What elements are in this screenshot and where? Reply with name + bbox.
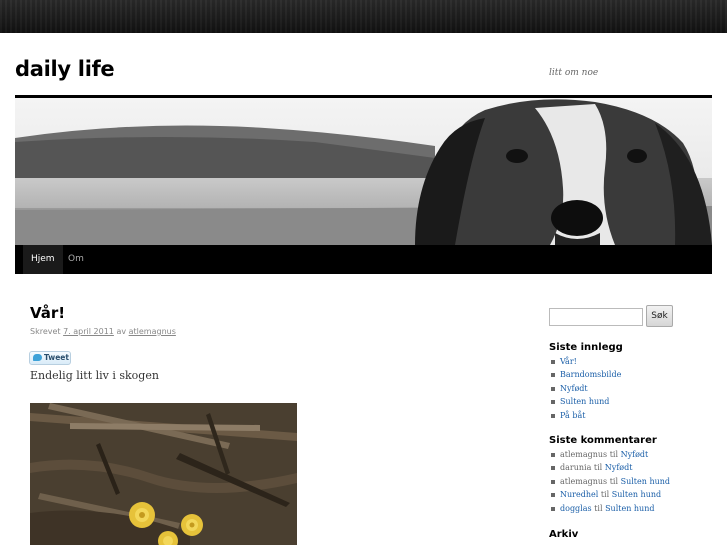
nav-item-hjem[interactable]: Hjem (23, 245, 63, 274)
comment-post-link[interactable]: Sulten hund (621, 477, 670, 486)
comment-author-link[interactable]: dogglas (560, 504, 592, 513)
comment-post-link[interactable]: Nyfødt (605, 463, 633, 472)
top-band (0, 0, 727, 33)
post-body-text: Endelig litt liv i skogen (30, 369, 159, 382)
recent-comments-list: atlemagnus til Nyfødt darunia til Nyfødt… (549, 448, 719, 515)
comment-author: darunia (560, 463, 592, 473)
list-item: darunia til Nyfødt (549, 461, 719, 474)
main-navigation: Hjem Om (15, 245, 712, 274)
recent-post-link[interactable]: Nyfødt (560, 384, 588, 393)
post-meta-prefix: Skrevet (30, 327, 61, 336)
post-photo-flowers[interactable] (30, 403, 297, 545)
comment-post-link[interactable]: Sulten hund (605, 504, 654, 513)
post-date-link[interactable]: 7. april 2011 (63, 327, 114, 336)
comment-post-link[interactable]: Nyfødt (621, 450, 649, 459)
tweet-label: Tweet (44, 353, 69, 362)
comment-sep: til (609, 450, 619, 459)
recent-post-link[interactable]: På båt (560, 411, 585, 420)
list-item: Vår! (549, 355, 719, 368)
site-title[interactable]: daily life (15, 57, 115, 81)
comment-sep: til (593, 463, 603, 473)
twitter-bird-icon (33, 354, 42, 361)
recent-posts-heading: Siste innlegg (549, 342, 623, 353)
recent-post-link[interactable]: Sulten hund (560, 397, 609, 406)
list-item: Nuredhel til Sulten hund (549, 488, 719, 501)
list-item: dogglas til Sulten hund (549, 502, 719, 515)
tweet-button[interactable]: Tweet (29, 351, 71, 365)
post-meta: Skrevet 7. april 2011 av atlemagnus (30, 327, 176, 336)
search-button[interactable]: Søk (646, 305, 673, 327)
post-meta-by: av (116, 327, 127, 336)
recent-comments-heading: Siste kommentarer (549, 435, 657, 446)
list-item: atlemagnus til Nyfødt (549, 448, 719, 461)
list-item: Barndomsbilde (549, 368, 719, 381)
site-description: litt om noe (549, 68, 599, 78)
header-banner-image (15, 98, 712, 245)
recent-post-link[interactable]: Barndomsbilde (560, 370, 621, 379)
nav-item-om[interactable]: Om (60, 245, 92, 274)
post-title[interactable]: Vår! (30, 304, 65, 322)
search-input[interactable] (549, 308, 643, 326)
comment-sep: til (609, 476, 619, 486)
list-item: Nyfødt (549, 382, 719, 395)
post-author-link[interactable]: atlemagnus (129, 327, 176, 336)
comment-post-link[interactable]: Sulten hund (612, 490, 661, 499)
list-item: Sulten hund (549, 395, 719, 408)
list-item: atlemagnus til Sulten hund (549, 475, 719, 488)
recent-posts-list: Vår! Barndomsbilde Nyfødt Sulten hund På… (549, 355, 719, 422)
comment-sep: til (600, 490, 610, 500)
comment-author: atlemagnus (560, 450, 608, 459)
comment-author-link[interactable]: Nuredhel (560, 490, 598, 499)
recent-post-link[interactable]: Vår! (560, 357, 577, 366)
archive-heading: Arkiv (549, 529, 579, 540)
comment-sep: til (594, 503, 603, 513)
list-item: På båt (549, 409, 719, 422)
comment-author: atlemagnus (560, 476, 608, 486)
